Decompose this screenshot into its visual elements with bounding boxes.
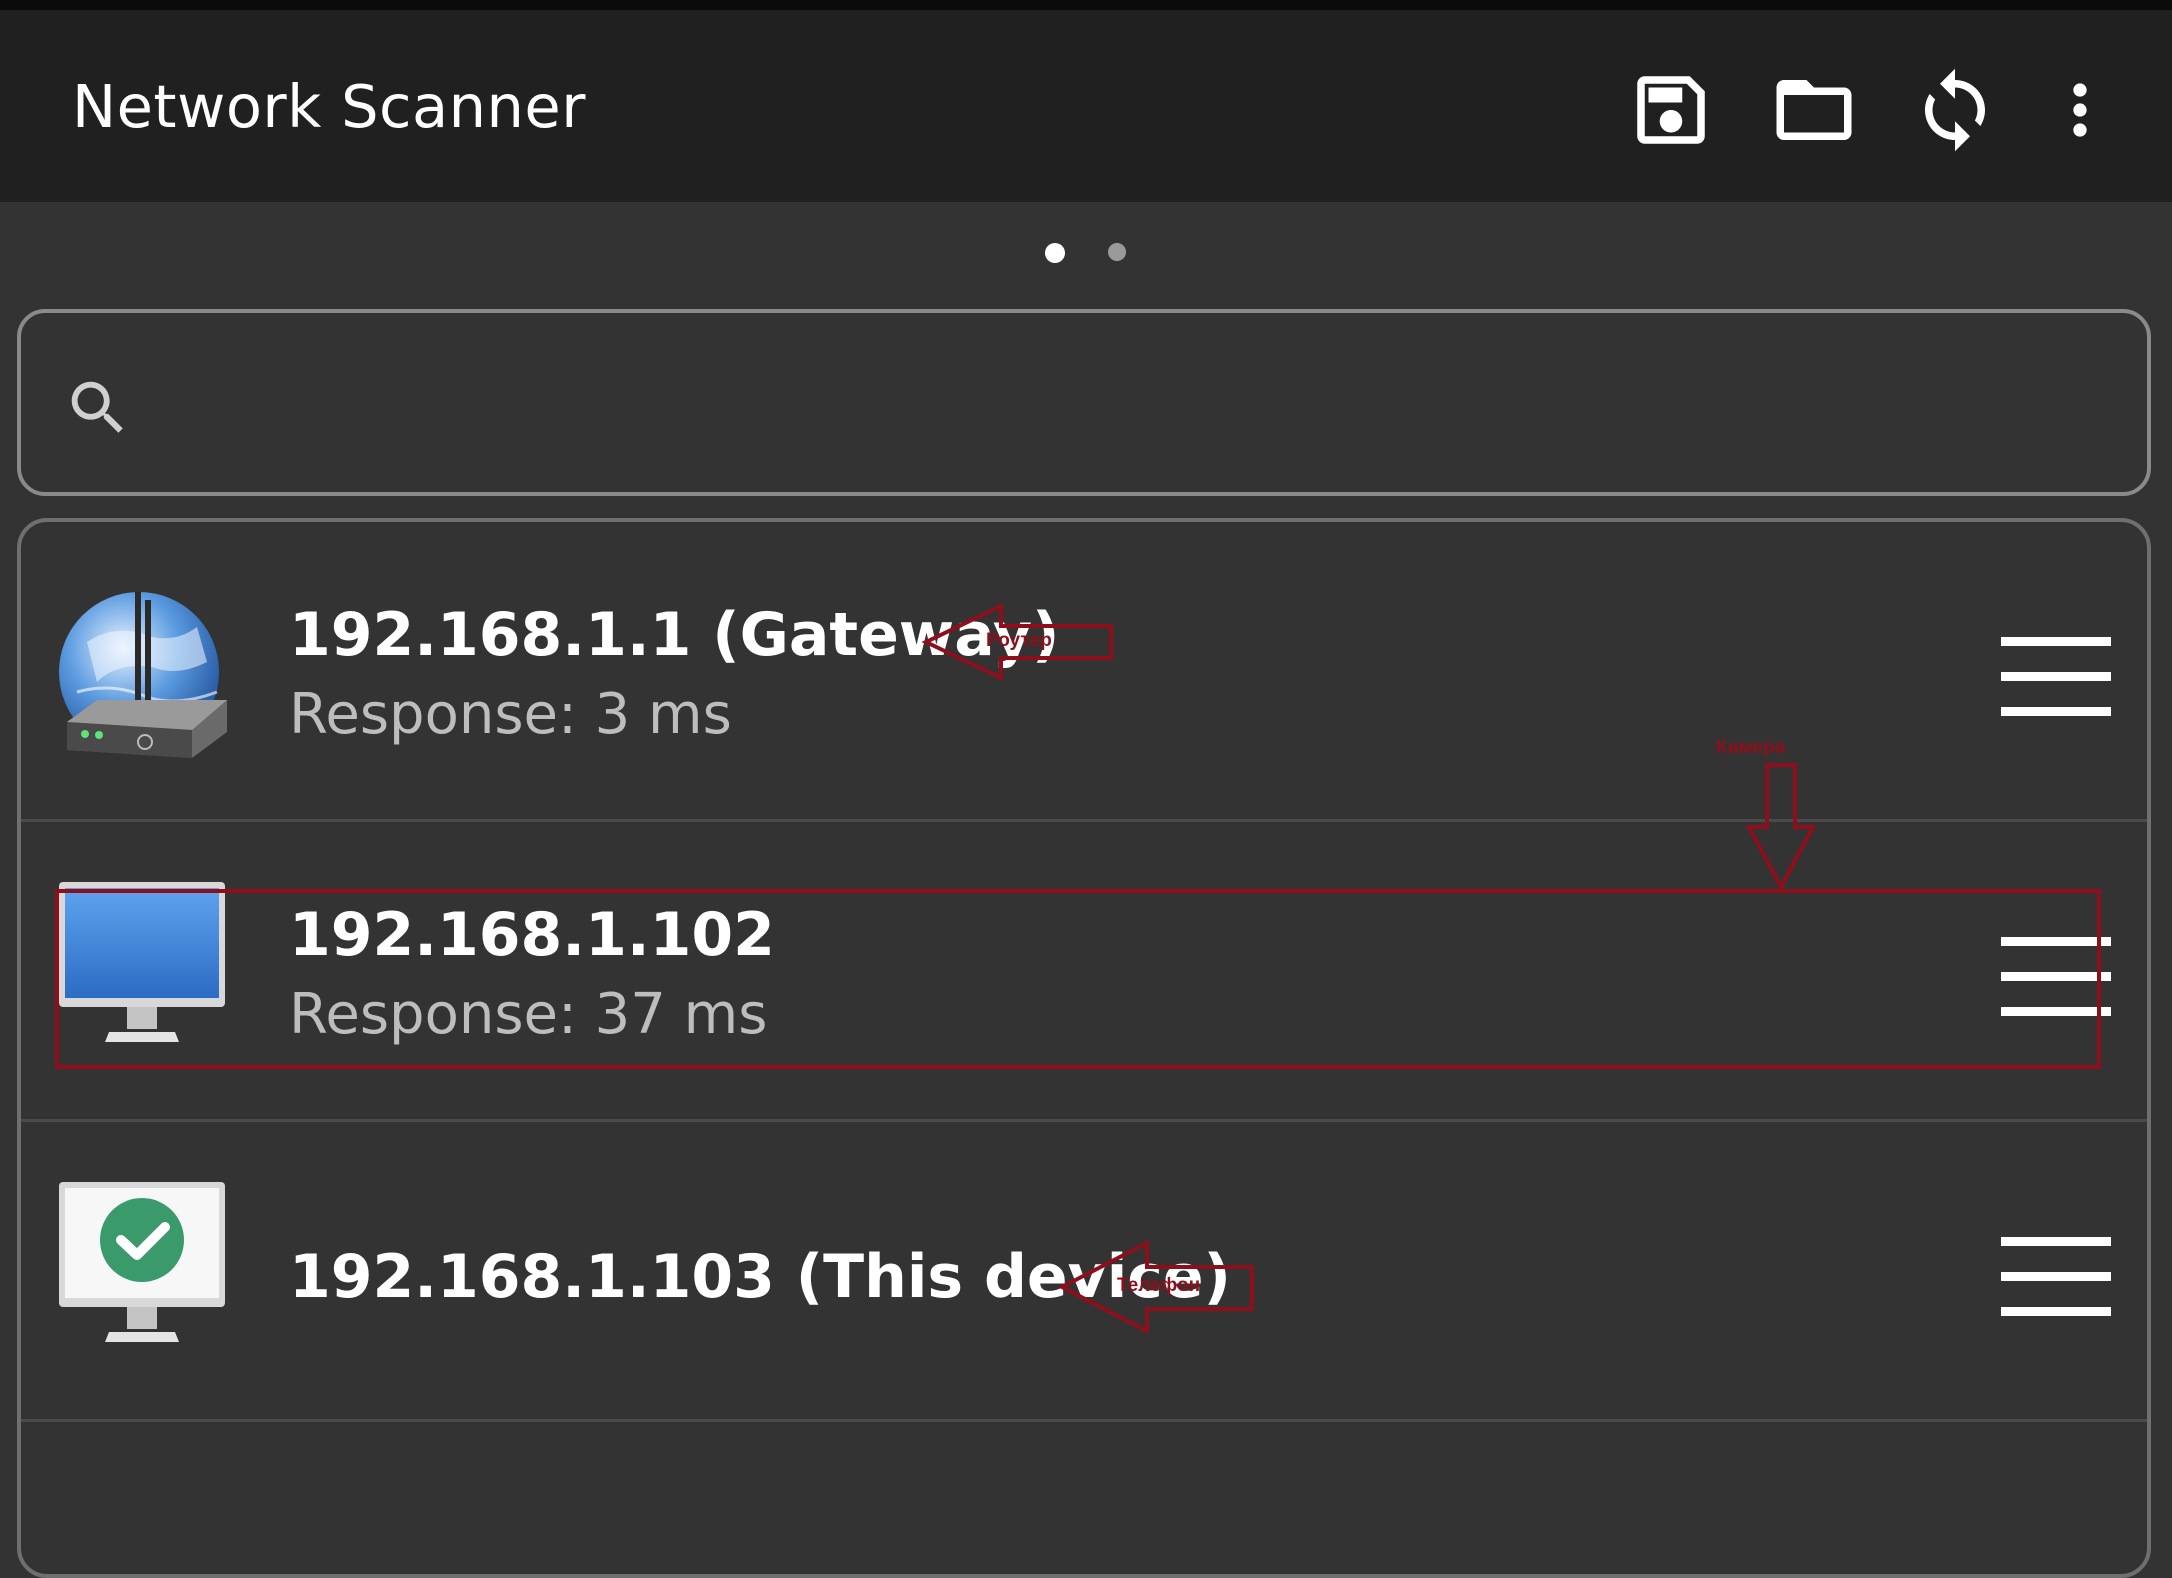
device-ip: 192.168.1.1 (Gateway) bbox=[289, 600, 1060, 670]
monitor-icon bbox=[57, 882, 237, 1072]
search-box[interactable] bbox=[17, 309, 2151, 496]
device-ip: 192.168.1.103 (This device) bbox=[289, 1242, 1231, 1312]
app-bar: Network Scanner bbox=[0, 10, 2172, 202]
app-title: Network Scanner bbox=[72, 72, 586, 141]
monitor-check-icon bbox=[57, 1182, 237, 1372]
more-vert-icon[interactable] bbox=[2040, 65, 2120, 155]
status-strip bbox=[0, 0, 2172, 10]
list-item[interactable]: 192.168.1.103 (This device) bbox=[21, 1122, 2147, 1422]
device-ip: 192.168.1.102 bbox=[289, 900, 775, 970]
page-indicator bbox=[0, 243, 2172, 265]
device-response: Response: 37 ms bbox=[289, 982, 768, 1047]
router-icon bbox=[57, 582, 237, 772]
folder-icon[interactable] bbox=[1766, 65, 1862, 155]
page-dot-active[interactable] bbox=[1045, 243, 1065, 263]
list-item[interactable]: 192.168.1.102 Response: 37 ms bbox=[21, 822, 2147, 1122]
refresh-icon[interactable] bbox=[1910, 65, 2000, 155]
divider bbox=[21, 1419, 2147, 1422]
row-menu-icon[interactable] bbox=[2001, 1237, 2111, 1317]
search-icon bbox=[63, 373, 133, 443]
save-icon[interactable] bbox=[1626, 65, 1716, 155]
row-menu-icon[interactable] bbox=[2001, 937, 2111, 1017]
device-list: 192.168.1.1 (Gateway) Response: 3 ms 192… bbox=[17, 518, 2151, 1578]
list-item[interactable]: 192.168.1.1 (Gateway) Response: 3 ms bbox=[21, 522, 2147, 822]
page-dot[interactable] bbox=[1108, 243, 1126, 261]
search-input[interactable] bbox=[161, 353, 2115, 455]
device-response: Response: 3 ms bbox=[289, 682, 732, 747]
row-menu-icon[interactable] bbox=[2001, 637, 2111, 717]
